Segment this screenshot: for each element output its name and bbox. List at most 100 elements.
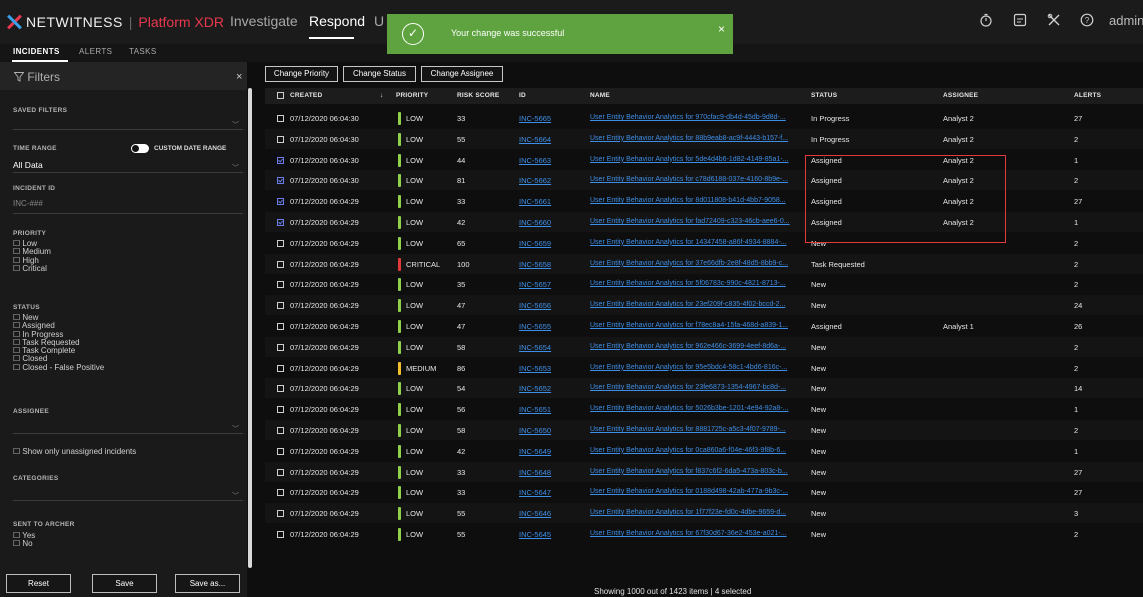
row-checkbox[interactable] [277, 364, 284, 372]
sort-arrow-icon[interactable]: ↓ [380, 92, 383, 99]
change-priority-button[interactable]: Change Priority [265, 66, 338, 82]
cell-id-link[interactable]: INC-5660 [519, 218, 551, 227]
row-checkbox[interactable] [277, 281, 284, 289]
table-row[interactable]: 07/12/2020 06:04:29 LOW 35 INC-5657 User Ent… [265, 274, 1143, 294]
cell-name-link[interactable]: User Entity Behavior Analytics for 962e4… [590, 343, 786, 350]
archer-no-checkbox[interactable]: ☐ No [13, 539, 35, 548]
cell-name-link[interactable]: User Entity Behavior Analytics for 88b9e… [590, 135, 788, 142]
cell-id-link[interactable]: INC-5657 [519, 280, 551, 289]
report-icon[interactable] [1013, 13, 1027, 27]
cell-name-link[interactable]: User Entity Behavior Analytics for 23ef2… [590, 301, 785, 308]
custom-date-range-toggle[interactable] [131, 144, 149, 153]
cell-name-link[interactable]: User Entity Behavior Analytics for 88817… [590, 426, 786, 433]
table-row[interactable]: 07/12/2020 06:04:29 CRITICAL 100 INC-5658 Us… [265, 253, 1143, 274]
row-checkbox[interactable] [277, 323, 284, 330]
cell-name-link[interactable]: User Entity Behavior Analytics for 0188d… [590, 488, 788, 495]
table-row[interactable]: 07/12/2020 06:04:29 LOW 33 INC-5647 User Ent… [265, 482, 1143, 502]
row-checkbox[interactable] [277, 447, 284, 455]
cell-id-link[interactable]: INC-5665 [519, 114, 551, 123]
col-priority[interactable]: PRIORITY [396, 92, 428, 99]
row-checkbox[interactable] [277, 302, 284, 310]
cell-name-link[interactable]: User Entity Behavior Analytics for f837c… [590, 468, 788, 475]
col-alerts[interactable]: ALERTS [1074, 92, 1101, 99]
cell-id-link[interactable]: INC-5656 [519, 301, 551, 310]
cell-id-link[interactable]: INC-5649 [519, 447, 551, 456]
table-row[interactable]: 07/12/2020 06:04:29 LOW 33 INC-5648 User Ent… [265, 461, 1143, 482]
cell-id-link[interactable]: INC-5654 [519, 343, 551, 352]
col-created[interactable]: CREATED [290, 92, 322, 99]
nav-investigate[interactable]: Investigate [230, 13, 298, 29]
row-checkbox[interactable] [277, 239, 284, 247]
table-row[interactable]: 07/12/2020 06:04:29 LOW 47 INC-5655 User Ent… [265, 316, 1143, 336]
cell-id-link[interactable]: INC-5647 [519, 488, 551, 497]
row-checkbox[interactable] [277, 489, 284, 497]
row-checkbox[interactable] [277, 115, 284, 122]
assignee-select[interactable] [13, 433, 243, 434]
col-id[interactable]: ID [519, 92, 526, 99]
cell-id-link[interactable]: INC-5658 [519, 260, 551, 269]
col-assignee[interactable]: ASSIGNEE [943, 92, 978, 99]
cell-id-link[interactable]: INC-5663 [519, 156, 551, 165]
row-checkbox[interactable] [277, 260, 284, 268]
row-checkbox[interactable] [277, 510, 284, 518]
cell-name-link[interactable]: User Entity Behavior Analytics for c78d6… [590, 176, 788, 183]
table-row[interactable]: 07/12/2020 06:04:29 LOW 55 INC-5645 User Ent… [265, 524, 1143, 544]
table-row[interactable]: 07/12/2020 06:04:29 LOW 42 INC-5649 User Ent… [265, 441, 1143, 461]
col-name[interactable]: NAME [590, 92, 610, 99]
timer-icon[interactable] [979, 13, 993, 27]
table-row[interactable]: 07/12/2020 06:04:29 LOW 55 INC-5646 User Ent… [265, 503, 1143, 524]
incident-id-input[interactable]: INC-### [13, 199, 43, 208]
cell-name-link[interactable]: User Entity Behavior Analytics for 970cf… [590, 114, 786, 121]
toast-close-icon[interactable]: × [718, 22, 725, 36]
tab-alerts[interactable]: ALERTS [79, 47, 112, 56]
select-all-checkbox[interactable] [277, 92, 284, 99]
tab-incidents[interactable]: INCIDENTS [13, 47, 60, 56]
nav-respond[interactable]: Respond [309, 13, 365, 29]
cell-name-link[interactable]: User Entity Behavior Analytics for 37e66… [590, 260, 788, 267]
cell-name-link[interactable]: User Entity Behavior Analytics for 5026b… [590, 405, 788, 412]
col-risk-score[interactable]: RISK SCORE [457, 92, 499, 99]
row-checkbox[interactable] [277, 177, 284, 185]
col-status[interactable]: STATUS [811, 92, 837, 99]
cell-id-link[interactable]: INC-5661 [519, 197, 551, 206]
table-row[interactable]: 07/12/2020 06:04:29 LOW 54 INC-5652 User Ent… [265, 378, 1143, 399]
cell-id-link[interactable]: INC-5651 [519, 405, 551, 414]
table-row[interactable]: 07/12/2020 06:04:29 LOW 58 INC-5654 User Ent… [265, 336, 1143, 357]
close-filters-icon[interactable]: × [236, 71, 242, 83]
row-checkbox[interactable] [277, 343, 284, 351]
row-checkbox[interactable] [277, 198, 284, 206]
tab-tasks[interactable]: TASKS [129, 47, 157, 56]
priority-critical-checkbox[interactable]: ☐ Critical [13, 264, 51, 273]
cell-name-link[interactable]: User Entity Behavior Analytics for 67f30… [590, 530, 787, 537]
nav-users-partial[interactable]: U [374, 13, 384, 29]
row-checkbox[interactable] [277, 219, 284, 226]
table-row[interactable]: 07/12/2020 06:04:30 LOW 81 INC-5662 User Ent… [265, 170, 1143, 191]
tools-icon[interactable] [1047, 13, 1061, 27]
cell-name-link[interactable]: User Entity Behavior Analytics for 0ca86… [590, 447, 786, 454]
reset-button[interactable]: Reset [6, 574, 71, 593]
status-closed-false-positive-checkbox[interactable]: ☐ Closed - False Positive [13, 363, 104, 372]
user-menu[interactable]: admin > [1109, 13, 1143, 28]
cell-id-link[interactable]: INC-5662 [519, 176, 551, 185]
help-icon[interactable]: ? [1080, 13, 1094, 27]
cell-id-link[interactable]: INC-5653 [519, 364, 551, 373]
cell-id-link[interactable]: INC-5664 [519, 135, 551, 144]
table-row[interactable]: 07/12/2020 06:04:29 LOW 56 INC-5651 User Ent… [265, 399, 1143, 419]
row-checkbox[interactable] [277, 385, 284, 393]
time-range-select[interactable]: All Data [13, 160, 43, 170]
cell-id-link[interactable]: INC-5652 [519, 384, 551, 393]
table-row[interactable]: 07/12/2020 06:04:29 LOW 33 INC-5661 User Ent… [265, 191, 1143, 211]
cell-name-link[interactable]: User Entity Behavior Analytics for 95e5b… [590, 364, 787, 371]
cell-name-link[interactable]: User Entity Behavior Analytics for f78ec… [590, 322, 788, 329]
cell-id-link[interactable]: INC-5646 [519, 509, 551, 518]
table-row[interactable]: 07/12/2020 06:04:29 LOW 65 INC-5659 User Ent… [265, 233, 1143, 253]
table-row[interactable]: 07/12/2020 06:04:29 MEDIUM 86 INC-5653 User … [265, 358, 1143, 378]
cell-name-link[interactable]: User Entity Behavior Analytics for 5de4d… [590, 156, 788, 163]
cell-name-link[interactable]: User Entity Behavior Analytics for 8d011… [590, 197, 786, 204]
save-button[interactable]: Save [92, 574, 157, 593]
cell-name-link[interactable]: User Entity Behavior Analytics for 1f77f… [590, 509, 786, 516]
table-row[interactable]: 07/12/2020 06:04:30 LOW 44 INC-5663 User Ent… [265, 150, 1143, 170]
cell-id-link[interactable]: INC-5650 [519, 426, 551, 435]
cell-name-link[interactable]: User Entity Behavior Analytics for 23fe6… [590, 384, 786, 391]
row-checkbox[interactable] [277, 156, 284, 164]
